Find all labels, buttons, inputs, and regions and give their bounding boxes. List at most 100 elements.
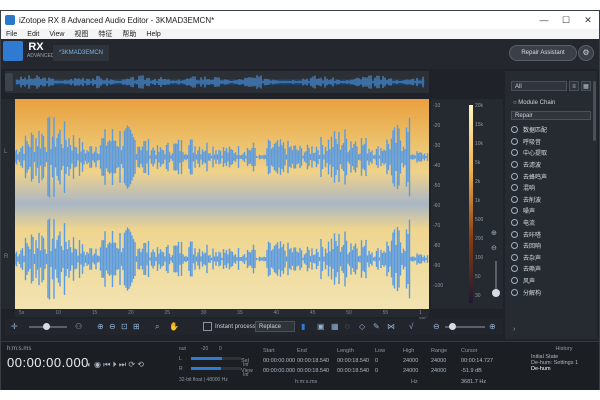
waveform-opacity-slider[interactable] bbox=[29, 323, 67, 330]
history-item[interactable]: De-hum bbox=[531, 366, 597, 372]
meter-header-out: out bbox=[179, 346, 186, 352]
list-view-icon[interactable]: ≡ bbox=[569, 81, 579, 91]
repair-assistant-button[interactable]: Repair Assistant bbox=[509, 45, 577, 61]
expand-panel-icon[interactable]: › bbox=[513, 326, 515, 333]
module-label: 风声 bbox=[523, 279, 536, 286]
freq-tick-label: 50 bbox=[475, 274, 481, 280]
globe-icon[interactable]: ⚙ bbox=[578, 45, 594, 61]
menu-bar: File Edit View 视图 特征 帮助 Help bbox=[1, 29, 599, 39]
magic-wand-icon[interactable]: ✎ bbox=[373, 322, 380, 332]
meter-R-bar bbox=[191, 367, 241, 370]
module-item[interactable]: 去蜂鸣声 bbox=[511, 170, 591, 182]
menu-help-cn[interactable]: 帮助 bbox=[117, 29, 141, 39]
module-item[interactable]: 去咔嗒 bbox=[511, 228, 591, 240]
module-label: 电流 bbox=[523, 221, 536, 228]
module-item[interactable]: 混响 bbox=[511, 182, 591, 194]
module-item[interactable]: 去滤波 bbox=[511, 159, 591, 171]
view-row-label: View bbox=[241, 368, 253, 374]
module-filter-dropdown[interactable]: All bbox=[511, 81, 567, 91]
freq-tick-label: 100 bbox=[475, 255, 484, 261]
menu-edit[interactable]: Edit bbox=[22, 31, 44, 38]
meter-header-max: 0 bbox=[219, 346, 222, 352]
transport-controls[interactable]: ◐ ◉ ⏮ ⏵ ⏭ ⟳ ⟲ bbox=[87, 360, 144, 370]
module-item[interactable]: 去杂声 bbox=[511, 252, 591, 264]
move-tool-icon[interactable]: ✛ bbox=[11, 322, 18, 332]
spectrogram-waveform-display[interactable] bbox=[15, 99, 429, 309]
module-list-scrollbar[interactable] bbox=[593, 81, 596, 141]
menu-file[interactable]: File bbox=[1, 31, 22, 38]
time-selection-icon[interactable]: ▮ bbox=[301, 322, 305, 332]
module-item[interactable]: 数据匹配 bbox=[511, 124, 591, 136]
amp-tick-label: -60 bbox=[433, 203, 441, 209]
opacity-knob[interactable] bbox=[43, 323, 50, 330]
module-label: 中心提取 bbox=[523, 151, 548, 158]
process-mode-dropdown[interactable]: Replace bbox=[255, 321, 295, 332]
module-icon bbox=[511, 137, 518, 145]
horizontal-zoom-slider[interactable] bbox=[445, 323, 485, 330]
module-label: 噪声 bbox=[523, 209, 536, 216]
module-item[interactable]: 噪声 bbox=[511, 205, 591, 217]
module-label: 去杂声 bbox=[523, 255, 542, 262]
module-item[interactable]: 电流 bbox=[511, 217, 591, 229]
freq-tick-label: 10k bbox=[475, 141, 484, 147]
timecode-format[interactable]: h:m:s.ms bbox=[7, 346, 31, 352]
module-item[interactable]: 去嘶声 bbox=[511, 263, 591, 275]
brush-tool-icon[interactable]: ◇ bbox=[359, 322, 365, 332]
maximize-button[interactable]: ☐ bbox=[555, 15, 577, 26]
spectrogram-settings-icon[interactable]: ⚇ bbox=[75, 322, 82, 332]
menu-view-cn[interactable]: 视图 bbox=[69, 29, 93, 39]
time-tick-label: 5s bbox=[19, 310, 25, 316]
module-icon bbox=[511, 242, 518, 250]
zoom-in-horizontal-icon[interactable]: ⊕ bbox=[489, 322, 496, 332]
harmonic-selection-icon[interactable]: ⋈ bbox=[387, 322, 395, 332]
zoom-out-tool-icon[interactable]: ⊖ bbox=[109, 322, 116, 332]
table-header: High bbox=[403, 348, 415, 354]
time-ruler[interactable]: 5s101520253035404550551 sec bbox=[15, 309, 429, 322]
module-label: 去削波 bbox=[523, 197, 542, 204]
module-item[interactable]: 风声 bbox=[511, 275, 591, 287]
view-value: -51.9 dB bbox=[461, 368, 482, 374]
file-tab[interactable]: *3KMAD3EMCN bbox=[53, 45, 109, 61]
zoom-selection-icon[interactable]: ⊡ bbox=[121, 322, 128, 332]
module-chain[interactable]: ○ Module Chain bbox=[513, 98, 593, 108]
zoom-fit-icon[interactable]: ⊞ bbox=[133, 322, 140, 332]
frequency-selection-icon[interactable]: ▣ bbox=[317, 322, 325, 332]
menu-view[interactable]: View bbox=[44, 31, 69, 38]
zoom-in-icon[interactable]: ⊕ bbox=[491, 229, 497, 239]
left-gutter: L R bbox=[1, 99, 15, 309]
module-list-icon[interactable] bbox=[3, 41, 23, 61]
zoom-out-horizontal-icon[interactable]: ⊖ bbox=[433, 322, 440, 332]
menu-features[interactable]: 特征 bbox=[93, 29, 117, 39]
minimize-button[interactable]: — bbox=[533, 15, 555, 25]
lasso-tool-icon[interactable]: ◌ bbox=[345, 322, 350, 332]
module-item[interactable]: 呼吸音 bbox=[511, 136, 591, 148]
close-button[interactable]: ✕ bbox=[577, 15, 599, 26]
menu-help[interactable]: Help bbox=[141, 31, 165, 38]
amp-tick-label: -50 bbox=[433, 183, 441, 189]
instant-process-checkbox[interactable]: Instant process bbox=[203, 322, 256, 332]
grid-view-icon[interactable]: ▦ bbox=[581, 81, 591, 91]
amp-tick-label: -90 bbox=[433, 263, 441, 269]
module-icon bbox=[511, 149, 518, 157]
module-item[interactable]: 分解构 bbox=[511, 286, 591, 298]
zoom-out-icon[interactable]: ⊖ bbox=[491, 244, 497, 254]
zoom-in-tool-icon[interactable]: ⊕ bbox=[97, 322, 104, 332]
right-panel: All ≡ ▦ ○ Module Chain Repair 数据匹配 呼吸音中心提… bbox=[505, 71, 597, 339]
magnify-tool-icon[interactable]: ⌕ bbox=[155, 322, 159, 332]
fade-tool-icon[interactable]: √ bbox=[409, 322, 413, 332]
waveform-overview[interactable] bbox=[5, 71, 429, 93]
instant-process-box[interactable] bbox=[203, 322, 212, 331]
module-item[interactable]: 去削波 bbox=[511, 194, 591, 206]
module-icon bbox=[511, 253, 518, 261]
vertical-zoom-knob[interactable] bbox=[492, 289, 500, 297]
time-frequency-selection-icon[interactable]: ▦ bbox=[331, 322, 339, 332]
freq-tick-label: 5k bbox=[475, 160, 481, 166]
hand-tool-icon[interactable]: ✋ bbox=[169, 322, 179, 332]
preset-dropdown[interactable]: Repair bbox=[511, 111, 591, 120]
module-label: 数据匹配 bbox=[523, 128, 548, 135]
module-label: 去回响 bbox=[523, 244, 542, 251]
freq-tick-label: 15k bbox=[475, 122, 484, 128]
module-item[interactable]: 中心提取 bbox=[511, 147, 591, 159]
horizontal-zoom-knob[interactable] bbox=[449, 323, 456, 330]
module-item[interactable]: 去回响 bbox=[511, 240, 591, 252]
